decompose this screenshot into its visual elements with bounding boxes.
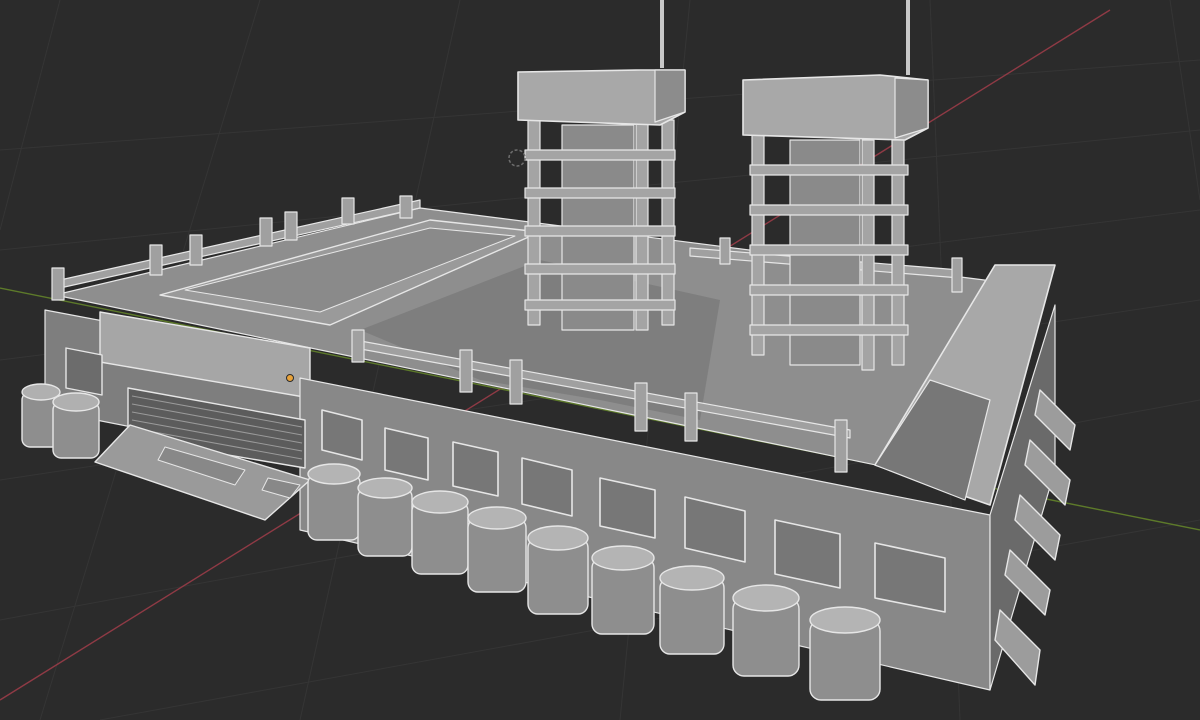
object-origin[interactable] [286,374,294,382]
building-model[interactable] [21,0,1076,701]
tank [659,565,725,655]
side-vent [994,609,1041,686]
3d-viewport[interactable] [0,0,1200,720]
tank [357,477,413,557]
tank [527,525,589,615]
tank [411,490,469,575]
front-window [452,441,499,497]
tank [307,463,361,541]
tank [732,584,800,677]
tank [591,545,655,635]
3d-cursor[interactable] [508,149,526,167]
front-window [384,427,429,481]
left-window [65,347,103,396]
corner-tanks [21,383,100,459]
tank [52,392,100,459]
tank [809,606,881,701]
tank [467,506,527,593]
